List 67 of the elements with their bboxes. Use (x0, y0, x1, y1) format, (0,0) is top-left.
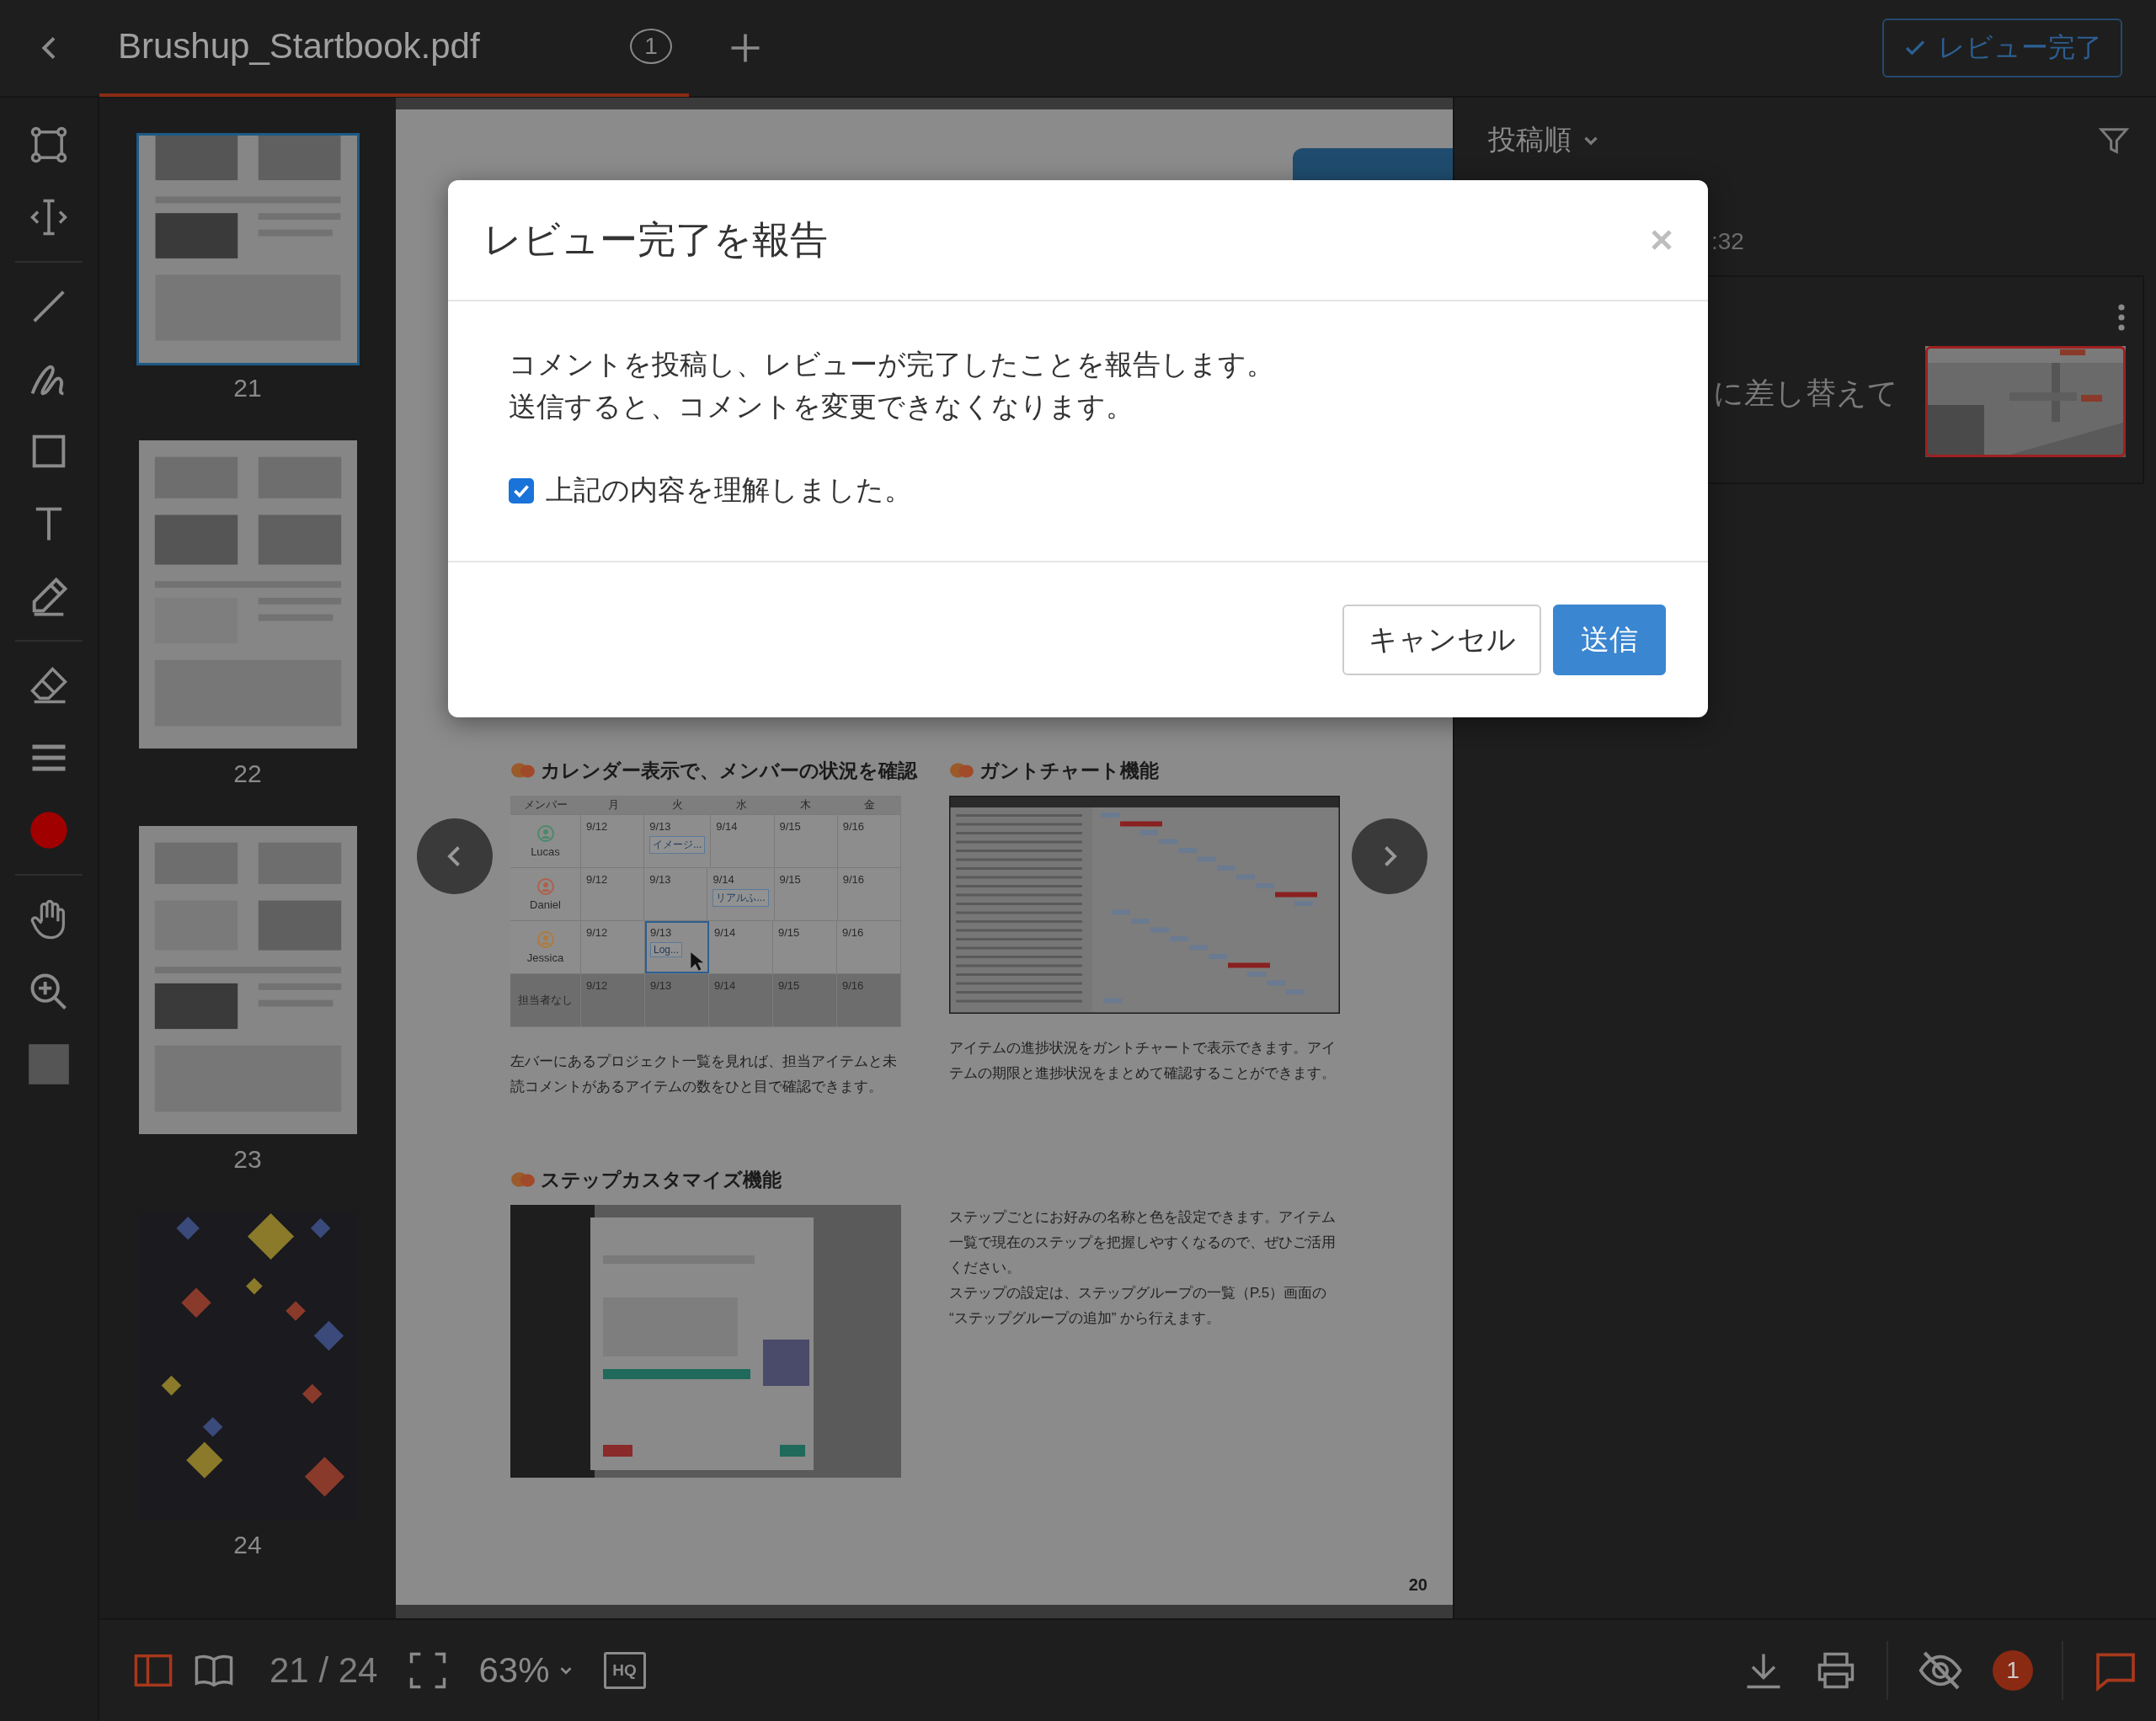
review-complete-button[interactable]: レビュー完了 (1882, 19, 2122, 77)
column-header: 月 (606, 797, 620, 813)
date-label: 9/14 (712, 873, 735, 886)
date-label: 9/16 (842, 873, 866, 886)
date-label: 9/12 (586, 979, 609, 992)
member-name: 担当者なし (518, 993, 573, 1008)
caption-text: 左バーにあるプロジェクト一覧を見れば、担当アイテムと未読コメントがあるアイテムの数をひと目で確認できます。 (510, 1052, 898, 1096)
event-chip: リアルふ... (712, 889, 769, 907)
page-number-label: 22 (233, 759, 262, 788)
comment-text: に差し替えて (1713, 375, 1898, 412)
gantt-bar (1120, 821, 1162, 827)
date-label: 9/15 (778, 926, 801, 939)
dialog-message: 送信すると、コメントを変更できなくなります。 (509, 390, 1134, 424)
column-header: メンバー (523, 797, 568, 813)
send-button[interactable]: 送信 (1553, 605, 1666, 675)
date-label: 9/12 (586, 926, 609, 939)
section-heading: ステップカスタマイズ機能 (541, 1168, 782, 1192)
page-number: 20 (1408, 1575, 1428, 1595)
dialog-title: レビュー完了を報告 (483, 217, 828, 263)
zoom-dropdown[interactable]: 63% (478, 1650, 575, 1691)
date-label: 9/15 (779, 873, 802, 886)
date-label: 9/13 (650, 926, 673, 939)
checkbox-label[interactable]: 上記の内容を理解しました。 (546, 472, 912, 509)
date-label: 9/12 (586, 820, 609, 833)
date-label: 9/14 (714, 979, 737, 992)
member-name: Lucas (531, 845, 560, 858)
page-number-label: 24 (233, 1531, 262, 1559)
event-chip: イメージ... (649, 836, 706, 854)
date-label: 9/12 (586, 873, 609, 886)
pointer-icon (690, 951, 703, 972)
comment-time: :32 (1711, 228, 1745, 255)
sort-dropdown[interactable]: 投稿順 (1488, 121, 1602, 159)
notification-badge[interactable]: 1 (1993, 1650, 2033, 1691)
date-label: 9/15 (779, 820, 802, 833)
event-chip: Log... (650, 942, 683, 957)
count-badge: 1 (630, 29, 672, 64)
more-icon[interactable] (2117, 302, 2126, 333)
hq-button[interactable]: HQ (603, 1652, 646, 1689)
page-number-label: 23 (233, 1145, 262, 1174)
date-label: 9/13 (650, 979, 673, 992)
section-heading: ガントチャート機能 (979, 759, 1159, 783)
column-header: 水 (734, 797, 748, 813)
column-header: 木 (798, 797, 812, 813)
page-indicator: 21 / 24 (270, 1650, 378, 1691)
fill-swatch-icon[interactable] (27, 1042, 71, 1086)
caption-text: アイテムの進捗状況をガントチャートで表示できます。アイテムの期限と進捗状況をまとめて確認することができます。 (949, 1039, 1337, 1083)
date-label: 9/13 (649, 820, 672, 833)
column-header: 金 (862, 797, 876, 813)
date-label: 9/16 (842, 979, 865, 992)
dialog-message: コメントを投稿し、レビューが完了したことを報告します。 (509, 348, 1275, 381)
date-label: 9/15 (778, 979, 801, 992)
cancel-button[interactable]: キャンセル (1342, 605, 1541, 675)
date-label: 9/14 (714, 926, 737, 939)
date-label: 9/16 (842, 820, 866, 833)
gantt-bar (1228, 962, 1270, 968)
gantt-bar (1275, 892, 1317, 898)
column-header: 火 (670, 797, 684, 813)
date-label: 9/14 (716, 820, 739, 833)
section-heading: カレンダー表示で、メンバーの状況を確認 (541, 759, 917, 783)
member-name: Daniel (530, 898, 561, 911)
caption-text: ステップの設定は、ステップグループの一覧（P.5）画面の “ステップグループの追加” から行えます。 (949, 1284, 1328, 1328)
date-label: 9/16 (842, 926, 865, 939)
page-number-label: 21 (233, 374, 262, 402)
date-label: 9/13 (649, 873, 672, 886)
checkbox[interactable] (509, 477, 534, 504)
member-name: Jessica (526, 951, 564, 964)
caption-text: ステップごとにお好みの名称と色を設定できます。アイテム一覧で現在のステップを把握しやすくなるので、ぜひご活用ください。 (949, 1208, 1337, 1277)
